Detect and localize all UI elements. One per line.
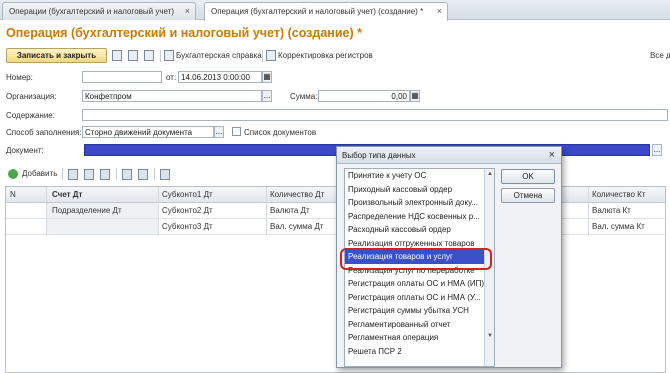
list-item[interactable]: Решета ПСР 2 — [345, 345, 485, 359]
list-item[interactable]: Произвольный электронный доку... — [345, 196, 485, 210]
toolbar-separator — [160, 50, 161, 62]
document-list-label: Список документов — [244, 128, 317, 137]
save-icon[interactable] — [112, 50, 122, 61]
column-divider — [46, 187, 47, 235]
cancel-button[interactable]: Отмена — [501, 188, 555, 203]
scroll-down-icon[interactable]: ▼ — [486, 333, 494, 341]
column-header-account-dt[interactable]: Счет Дт — [52, 190, 82, 199]
table-cell: Валюта Дт — [270, 206, 310, 215]
sum-label: Сумма: — [290, 92, 318, 101]
list-item[interactable]: Приходный кассовый ордер — [345, 183, 485, 197]
column-header-quantity-dt[interactable]: Количество Дт — [270, 190, 324, 199]
list-item[interactable]: Регистрация оплаты ОС и НМА (ИП) — [345, 277, 485, 291]
content-field[interactable] — [82, 109, 668, 121]
dialog-title: Выбор типа данных — [337, 147, 561, 164]
document-select-button[interactable]: ... — [652, 144, 662, 156]
list-item[interactable]: Распределение НДС косвенных р... — [345, 210, 485, 224]
column-divider — [158, 187, 159, 235]
report-icon[interactable] — [164, 50, 174, 61]
delete-icon[interactable] — [100, 169, 110, 180]
list-item[interactable]: Регистрация оплаты ОС и НМА (У... — [345, 291, 485, 305]
table-cell: Субконто2 Дт — [162, 206, 213, 215]
organization-select-button[interactable]: ... — [262, 90, 272, 102]
tab-operations-list[interactable]: Операции (бухгалтерский и налоговый учет… — [2, 2, 196, 20]
list-item[interactable]: Регистрация суммы убытка УСН — [345, 304, 485, 318]
page-title: Операция (бухгалтерский и налоговый учет… — [6, 26, 362, 40]
organization-label: Организация: — [6, 92, 57, 101]
toolbar-separator — [116, 168, 117, 180]
number-field[interactable] — [82, 71, 162, 83]
add-icon[interactable] — [8, 169, 18, 179]
content-label: Содержание: — [6, 111, 55, 120]
column-divider — [588, 187, 589, 235]
column-header-subconto1-dt[interactable]: Субконто1 Дт — [162, 190, 213, 199]
copy-icon[interactable] — [68, 169, 78, 180]
close-icon[interactable]: × — [549, 149, 555, 161]
sort-icon[interactable] — [160, 169, 170, 180]
list-item[interactable]: Принятие к учету ОС — [345, 169, 485, 183]
date-label: от: — [166, 73, 177, 82]
highlight-ring — [340, 248, 492, 270]
toolbar-separator — [62, 168, 63, 180]
register-correction-button[interactable]: Корректировка регистров — [278, 51, 373, 60]
edit-icon[interactable] — [84, 169, 94, 180]
calculator-icon[interactable]: ▦ — [410, 90, 420, 102]
document-label: Документ: — [6, 146, 44, 155]
document-list-checkbox[interactable] — [232, 127, 241, 136]
table-cell: Подразделение Дт — [52, 206, 122, 215]
toolbar-separator — [262, 50, 263, 62]
column-header-quantity-kt[interactable]: Количество Кт — [592, 190, 646, 199]
list-item[interactable]: Регламентная операция — [345, 331, 485, 345]
table-cell: Субконто3 Дт — [162, 222, 213, 231]
fill-method-field[interactable]: Сторно движений документа — [82, 126, 214, 138]
accounting-reference-button[interactable]: Бухгалтерская справка — [176, 51, 262, 60]
move-up-icon[interactable] — [122, 169, 132, 180]
ok-button[interactable]: OK — [501, 169, 555, 184]
register-icon[interactable] — [266, 50, 276, 61]
scroll-up-icon[interactable]: ▲ — [486, 171, 494, 179]
all-actions-menu[interactable]: Все д — [650, 51, 670, 60]
table-cell: Вал. сумма Дт — [270, 222, 324, 231]
column-divider — [266, 187, 267, 235]
fill-method-select-button[interactable]: ... — [214, 126, 224, 138]
calendar-icon[interactable]: ▦ — [262, 71, 272, 83]
number-label: Номер: — [6, 73, 33, 82]
close-icon[interactable]: × — [185, 6, 190, 16]
tab-operation-create[interactable]: Операция (бухгалтерский и налоговый учет… — [204, 2, 448, 21]
tab-label: Операция (бухгалтерский и налоговый учет… — [211, 7, 424, 16]
tab-bar: Операции (бухгалтерский и налоговый учет… — [0, 0, 670, 21]
organization-field[interactable]: Конфетпром — [82, 90, 262, 102]
table-cell: Вал. сумма Кт — [592, 222, 645, 231]
form-toolbar: Записать и закрыть Бухгалтерская справка… — [4, 48, 670, 64]
tab-label: Операции (бухгалтерский и налоговый учет… — [9, 7, 175, 16]
date-field[interactable]: 14.06.2013 0:00:00 — [178, 71, 262, 83]
list-item[interactable]: Расходный кассовый ордер — [345, 223, 485, 237]
table-cell: Валюта Кт — [592, 206, 631, 215]
list-icon[interactable] — [144, 50, 154, 61]
document-icon[interactable] — [128, 50, 138, 61]
close-icon[interactable]: × — [437, 6, 442, 16]
toolbar-separator — [154, 168, 155, 180]
fill-method-label: Способ заполнения: — [6, 128, 82, 137]
add-row-button[interactable]: Добавить — [22, 169, 57, 178]
save-and-close-button[interactable]: Записать и закрыть — [6, 48, 107, 63]
sum-field[interactable]: 0,00 — [318, 90, 410, 102]
move-down-icon[interactable] — [138, 169, 148, 180]
list-item[interactable]: Регламентированный отчет — [345, 318, 485, 332]
column-header-n[interactable]: N — [10, 190, 16, 199]
